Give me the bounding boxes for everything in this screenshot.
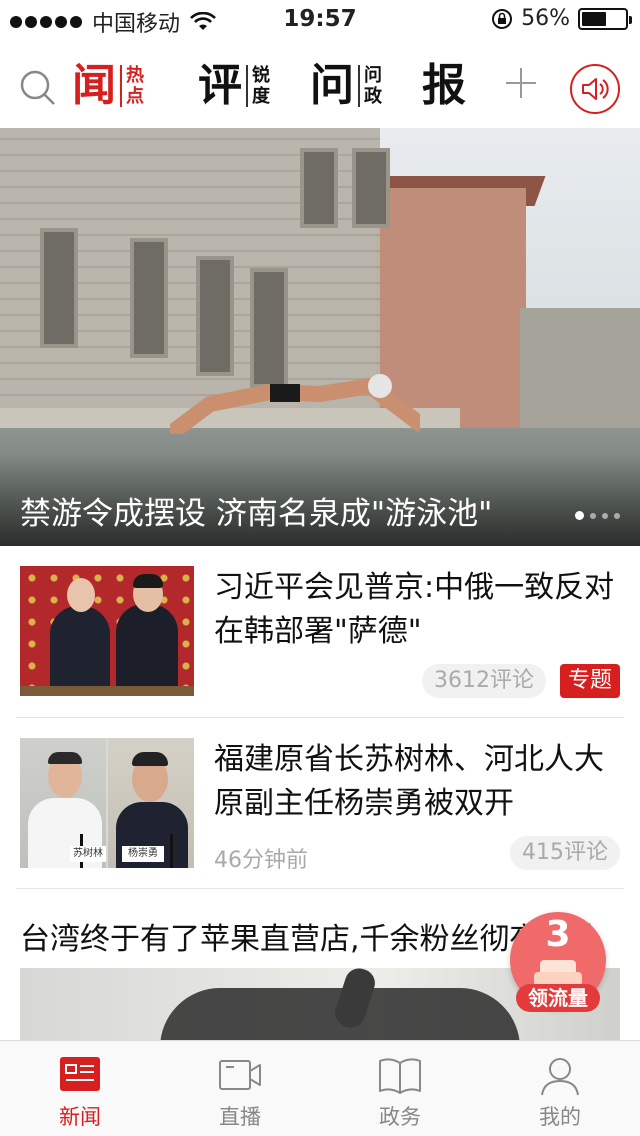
channel-tab-sharp-title: 评: [198, 60, 242, 111]
channel-fade: [470, 56, 492, 116]
channel-sub-char: 锐: [252, 65, 270, 86]
hero-photo-swimmer: [170, 374, 420, 434]
tab-mine[interactable]: 我的: [480, 1041, 640, 1136]
channel-tab-politics[interactable]: 问 问 政: [310, 60, 382, 112]
channel-sub-char: 热: [126, 65, 144, 86]
comment-count-badge[interactable]: 3612评论: [422, 664, 546, 698]
news-thumbnail: 苏树林 杨崇勇: [20, 738, 194, 868]
battery-percent: 56%: [521, 6, 570, 31]
news-item[interactable]: 苏树林 杨崇勇 福建原省长苏树林、河北人大原副主任杨崇勇被双开 46分钟前 41…: [0, 718, 640, 890]
rotation-lock-icon: [492, 8, 513, 29]
channel-tab-report[interactable]: 报: [422, 60, 466, 112]
channel-tab-hot-sub: 热 点: [120, 65, 144, 107]
video-icon: [219, 1060, 261, 1090]
pager-dot: [575, 511, 584, 520]
promo-label: 领流量: [516, 984, 600, 1012]
tab-label: 我的: [539, 1105, 581, 1129]
book-icon: [379, 1058, 421, 1094]
speaker-icon: [582, 78, 609, 100]
comment-count-badge[interactable]: 415评论: [510, 836, 620, 870]
tab-label: 直播: [219, 1105, 261, 1129]
user-icon: [541, 1058, 579, 1096]
hero-caption: 禁游令成摆设 济南名泉成"游泳池": [20, 496, 493, 532]
channel-tab-sharp-sub: 锐 度: [246, 65, 270, 107]
channel-sub-char: 度: [252, 86, 270, 107]
pager-dot: [602, 512, 608, 519]
news-thumbnail: [20, 566, 194, 696]
news-title: 习近平会见普京:中俄一致反对在韩部署"萨德": [214, 570, 615, 649]
data-reward-promo[interactable]: 3 领流量: [510, 912, 606, 1016]
channel-tab-hot[interactable]: 闻 热 点: [72, 60, 144, 112]
audio-button[interactable]: [570, 64, 620, 114]
promo-number: 3: [545, 914, 571, 955]
pager-dot: [614, 512, 620, 519]
battery-icon: [578, 7, 632, 30]
add-channel-icon[interactable]: [506, 68, 536, 98]
tab-government[interactable]: 政务: [320, 1041, 480, 1136]
channel-sub-char: 政: [364, 86, 382, 107]
channel-sub-char: 问: [364, 65, 382, 86]
status-bar: 中国移动 19:57 56%: [0, 0, 640, 40]
tab-label: 政务: [379, 1105, 421, 1129]
channel-tab-politics-sub: 问 政: [358, 65, 382, 107]
hero-banner[interactable]: 禁游令成摆设 济南名泉成"游泳池": [0, 128, 640, 546]
news-time: 46分钟前: [214, 848, 308, 873]
channel-tab-sharp[interactable]: 评 锐 度: [198, 60, 270, 112]
channel-tab-politics-title: 问: [310, 60, 354, 111]
channel-sub-char: 点: [126, 86, 144, 107]
divider: [16, 888, 624, 889]
name-sign: 苏树林: [70, 846, 106, 862]
name-sign: 杨崇勇: [122, 846, 164, 862]
cake-icon: [534, 960, 582, 986]
channel-tab-report-title: 报: [422, 60, 466, 111]
channel-tab-hot-title: 闻: [72, 60, 116, 111]
tab-label: 新闻: [59, 1105, 101, 1129]
tab-news[interactable]: 新闻: [0, 1041, 160, 1136]
news-icon: [60, 1057, 100, 1091]
pager-dot: [590, 512, 596, 519]
tab-bar: 新闻 直播 政务 我的: [0, 1040, 640, 1136]
search-icon[interactable]: [18, 68, 58, 108]
news-title: 福建原省长苏树林、河北人大原副主任杨崇勇被双开: [214, 742, 604, 821]
tab-live[interactable]: 直播: [160, 1041, 320, 1136]
topic-tag: 专题: [560, 664, 621, 698]
hero-pager: [575, 511, 620, 520]
channel-bar: 闻 热 点 评 锐 度 问 问 政 报: [0, 40, 640, 128]
news-item[interactable]: 习近平会见普京:中俄一致反对在韩部署"萨德" 3612评论 专题: [0, 546, 640, 718]
